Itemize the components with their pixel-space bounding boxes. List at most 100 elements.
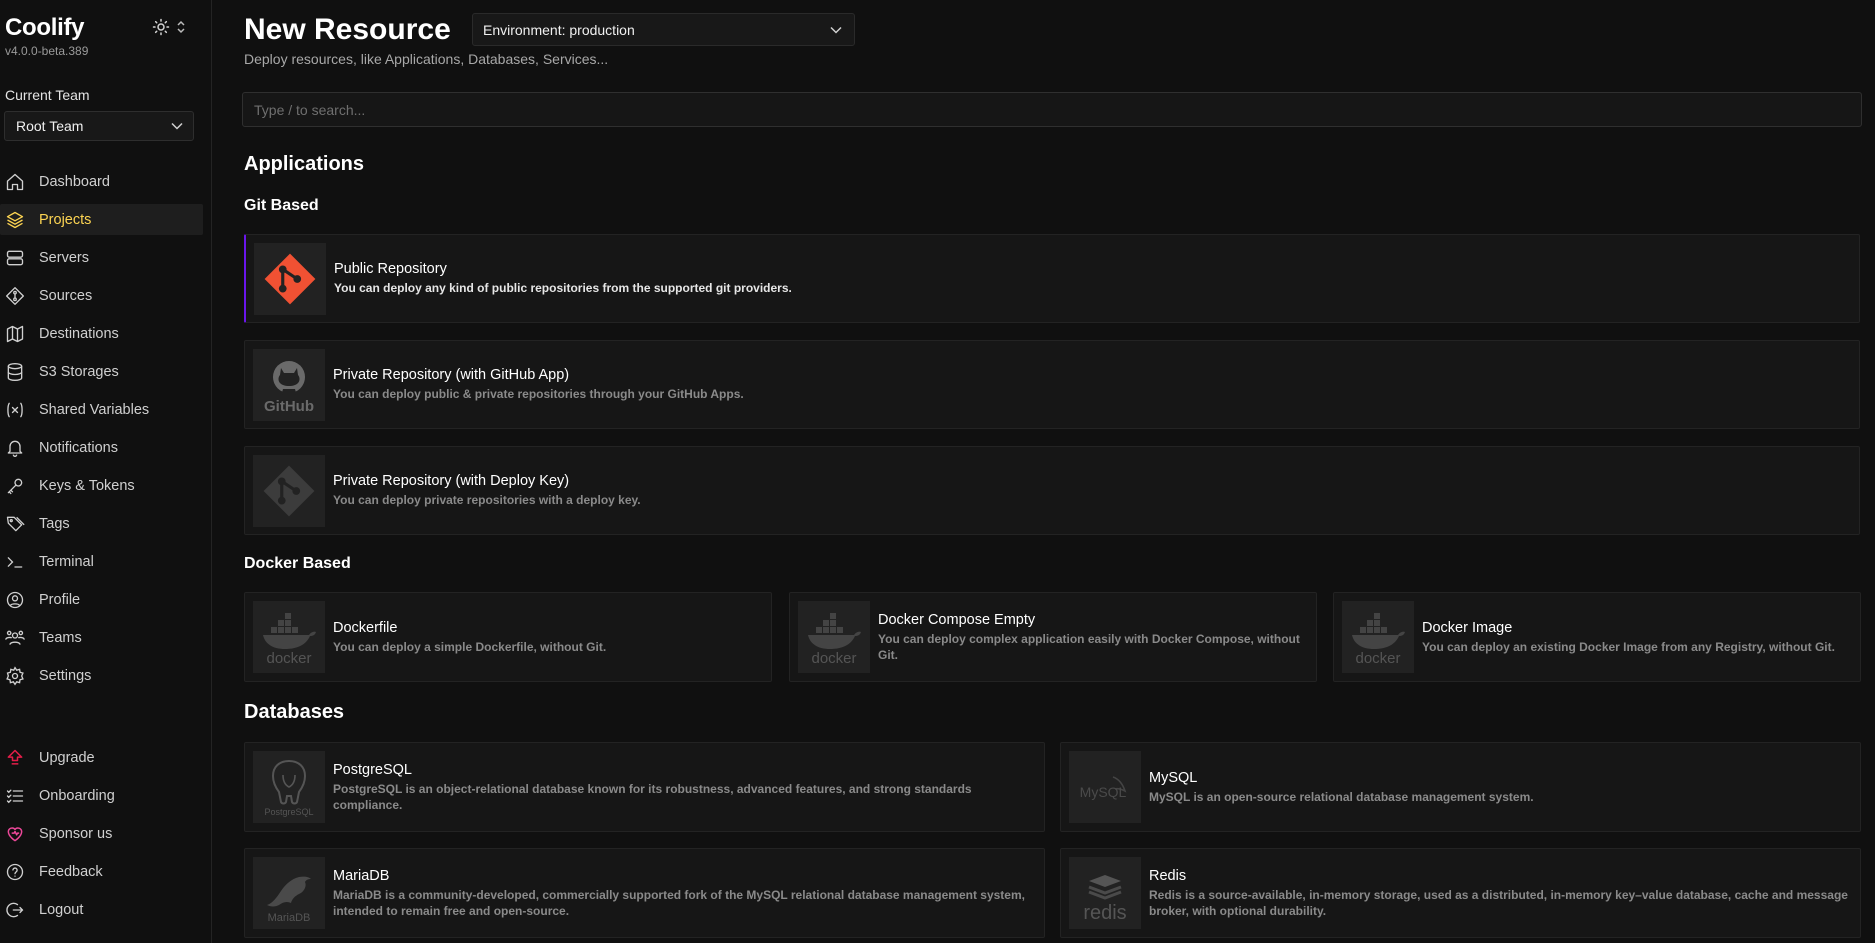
git-logo-icon bbox=[254, 242, 326, 315]
brand-name[interactable]: Coolify bbox=[5, 14, 88, 42]
key-icon bbox=[7, 478, 23, 494]
theme-toggle-button[interactable] bbox=[152, 18, 186, 36]
sidebar: Coolify v4.0.0-beta.389 Current Team Roo… bbox=[0, 0, 212, 943]
current-team-label: Current Team bbox=[5, 87, 90, 103]
private-repository-github-app-card[interactable]: GitHub Private Repository (with GitHub A… bbox=[244, 340, 1860, 429]
postgresql-logo-icon: PostgreSQL bbox=[253, 751, 325, 823]
users-icon bbox=[5, 630, 25, 645]
sidebar-item-tags[interactable]: Tags bbox=[0, 508, 203, 539]
section-applications: Applications bbox=[244, 153, 365, 175]
logout-icon bbox=[6, 902, 24, 917]
gear-icon bbox=[6, 665, 24, 686]
public-repository-card[interactable]: Public Repository You can deploy any kin… bbox=[244, 234, 1860, 323]
map-icon bbox=[6, 325, 24, 342]
layers-icon bbox=[6, 211, 24, 228]
sidebar-item-label: Shared Variables bbox=[39, 401, 150, 418]
mysql-card[interactable]: MySQL MySQL MySQL is an open-source rela… bbox=[1060, 742, 1861, 832]
redis-card[interactable]: redis Redis Redis is a source-available,… bbox=[1060, 848, 1861, 938]
sidebar-item-label: Destinations bbox=[39, 325, 119, 342]
dockerfile-card[interactable]: docker Dockerfile You can deploy a simpl… bbox=[244, 592, 772, 682]
redis-logo-text: redis bbox=[1083, 902, 1126, 924]
mysql-logo-icon: MySQL bbox=[1069, 751, 1141, 823]
sidebar-item-label: Feedback bbox=[39, 863, 103, 880]
sidebar-item-upgrade[interactable]: Upgrade bbox=[0, 742, 203, 773]
sidebar-item-keys-tokens[interactable]: Keys & Tokens bbox=[0, 470, 203, 501]
page-subtitle: Deploy resources, like Applications, Dat… bbox=[244, 51, 609, 67]
card-title: MySQL bbox=[1149, 769, 1198, 786]
card-title: Dockerfile bbox=[333, 619, 398, 636]
sidebar-item-label: Upgrade bbox=[39, 749, 95, 766]
sidebar-item-label: Profile bbox=[39, 591, 81, 608]
sidebar-item-terminal[interactable]: Terminal bbox=[0, 546, 203, 577]
version-label: v4.0.0-beta.389 bbox=[5, 44, 89, 58]
sidebar-item-label: Keys & Tokens bbox=[39, 477, 135, 494]
card-description: You can deploy public & private reposito… bbox=[333, 387, 744, 401]
card-description: You can deploy complex application easil… bbox=[878, 631, 1300, 662]
sidebar-item-label: Onboarding bbox=[39, 787, 115, 804]
section-databases: Databases bbox=[244, 701, 345, 723]
sidebar-item-servers[interactable]: Servers bbox=[0, 242, 203, 273]
github-logo-text: GitHub bbox=[264, 398, 314, 415]
sidebar-item-s3-storages[interactable]: S3 Storages bbox=[0, 356, 203, 387]
brand: Coolify v4.0.0-beta.389 bbox=[5, 14, 88, 58]
card-title: PostgreSQL bbox=[333, 761, 412, 778]
sidebar-item-destinations[interactable]: Destinations bbox=[0, 318, 203, 349]
sidebar-item-label: Sponsor us bbox=[39, 825, 113, 842]
sidebar-item-label: Terminal bbox=[39, 553, 94, 570]
sidebar-item-feedback[interactable]: Feedback bbox=[0, 856, 203, 887]
sidebar-item-notifications[interactable]: Notifications bbox=[0, 432, 203, 463]
card-title: Docker Compose Empty bbox=[878, 611, 1036, 628]
sidebar-item-onboarding[interactable]: Onboarding bbox=[0, 780, 203, 811]
private-repository-deploy-key-card[interactable]: Private Repository (with Deploy Key) You… bbox=[244, 446, 1860, 535]
search-input[interactable] bbox=[242, 92, 1862, 127]
docker-logo-text: docker bbox=[1355, 650, 1400, 667]
card-title: Redis bbox=[1149, 867, 1187, 884]
postgresql-card[interactable]: PostgreSQL PostgreSQL PostgreSQL is an o… bbox=[244, 742, 1045, 832]
sidebar-item-label: Teams bbox=[39, 629, 82, 646]
card-description: Redis is a source-available, in-memory s… bbox=[1149, 887, 1848, 918]
team-select-value: Root Team bbox=[16, 118, 84, 134]
sidebar-item-label: Servers bbox=[39, 249, 89, 266]
team-select[interactable]: Root Team bbox=[4, 111, 194, 141]
docker-compose-empty-card[interactable]: docker Docker Compose Empty You can depl… bbox=[789, 592, 1317, 682]
sidebar-nav: Dashboard Projects Servers Sources Desti… bbox=[0, 166, 203, 698]
terminal-icon bbox=[7, 556, 23, 568]
bell-icon bbox=[7, 440, 23, 457]
card-description: MariaDB is a community-developed, commer… bbox=[333, 887, 1025, 918]
sidebar-item-sponsor[interactable]: Sponsor us bbox=[0, 818, 203, 849]
git-logo-icon bbox=[253, 454, 325, 527]
environment-select[interactable]: Environment: production bbox=[472, 13, 855, 46]
sidebar-item-dashboard[interactable]: Dashboard bbox=[0, 166, 203, 197]
mariadb-card[interactable]: MariaDB MariaDB MariaDB is a community-d… bbox=[244, 848, 1045, 938]
help-icon bbox=[6, 863, 24, 880]
docker-logo-text: docker bbox=[811, 650, 856, 667]
card-description: You can deploy private repositories with… bbox=[333, 493, 641, 507]
card-description: You can deploy a simple Dockerfile, with… bbox=[333, 639, 607, 654]
card-title: Public Repository bbox=[334, 261, 447, 277]
sidebar-item-profile[interactable]: Profile bbox=[0, 584, 203, 615]
sidebar-item-sources[interactable]: Sources bbox=[0, 280, 203, 311]
card-description: You can deploy an existing Docker Image … bbox=[1422, 639, 1835, 654]
git-icon bbox=[6, 286, 25, 305]
sidebar-item-shared-variables[interactable]: Shared Variables bbox=[0, 394, 203, 425]
home-icon bbox=[6, 173, 24, 190]
card-title: Docker Image bbox=[1422, 619, 1513, 636]
docker-image-card[interactable]: docker Docker Image You can deploy an ex… bbox=[1333, 592, 1861, 682]
docker-logo-text: docker bbox=[266, 650, 311, 667]
page-title: New Resource bbox=[244, 13, 451, 46]
heart-icon bbox=[7, 826, 23, 841]
chevron-up-down-icon bbox=[177, 20, 185, 34]
sidebar-item-teams[interactable]: Teams bbox=[0, 622, 203, 653]
mariadb-logo-icon: MariaDB bbox=[253, 857, 325, 929]
sidebar-item-label: Sources bbox=[39, 287, 93, 304]
variable-icon bbox=[7, 402, 23, 417]
sidebar-item-label: Projects bbox=[39, 211, 92, 228]
docker-logo-icon: docker bbox=[1342, 601, 1414, 673]
sidebar-item-logout[interactable]: Logout bbox=[0, 894, 203, 925]
server-icon bbox=[6, 250, 24, 265]
sidebar-item-projects[interactable]: Projects bbox=[0, 204, 203, 235]
tag-icon bbox=[6, 516, 25, 531]
card-description: You can deploy any kind of public reposi… bbox=[334, 281, 792, 295]
docker-logo-icon: docker bbox=[253, 601, 325, 673]
sidebar-item-settings[interactable]: Settings bbox=[0, 660, 203, 691]
